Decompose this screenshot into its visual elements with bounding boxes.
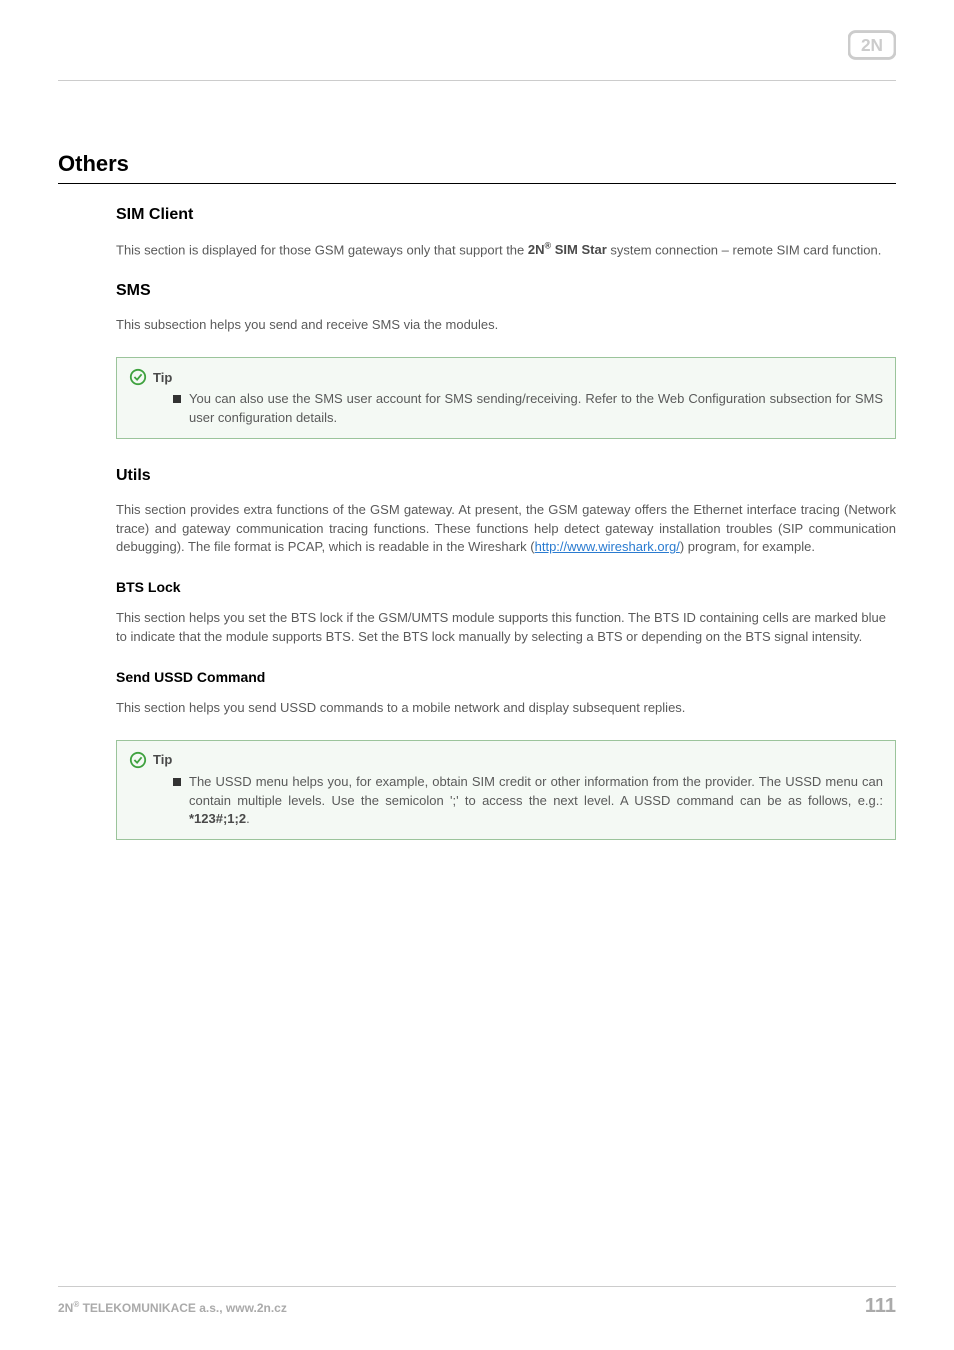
tip-box-ussd: Tip The USSD menu helps you, for example… (116, 740, 896, 841)
brand-logo-icon: 2N (848, 30, 896, 65)
heading-sim-client: SIM Client (116, 206, 896, 224)
tip-text: The USSD menu helps you, for example, ob… (189, 773, 883, 830)
brand-name: 2N (528, 242, 545, 257)
footer-company-suffix: TELEKOMUNIKACE a.s., www.2n.cz (79, 1301, 287, 1315)
tip-label: Tip (153, 752, 172, 767)
bullet-icon (173, 778, 181, 786)
heading-bts-lock: BTS Lock (116, 579, 896, 595)
tip-text: You can also use the SMS user account fo… (189, 390, 883, 428)
para-sim-client: This section is displayed for those GSM … (116, 240, 896, 260)
para-sms: This subsection helps you send and recei… (116, 316, 896, 335)
bullet-icon (173, 395, 181, 403)
text-fragment: The USSD menu helps you, for example, ob… (189, 774, 883, 808)
text-fragment: This section is displayed for those GSM … (116, 242, 528, 257)
check-circle-icon (129, 368, 147, 386)
footer-brand: 2N (58, 1301, 73, 1315)
para-ussd: This section helps you send USSD command… (116, 699, 896, 718)
code-example: *123#;1;2 (189, 811, 246, 826)
page-footer: 2N® TELEKOMUNIKACE a.s., www.2n.cz 111 (58, 1286, 896, 1318)
page-number: 111 (865, 1295, 896, 1318)
para-utils: This section provides extra functions of… (116, 501, 896, 558)
link-wireshark[interactable]: http://www.wireshark.org/ (535, 539, 680, 554)
brand-suffix: SIM Star (551, 242, 607, 257)
tip-label: Tip (153, 370, 172, 385)
main-content: Others SIM Client This section is displa… (58, 81, 896, 840)
text-fragment: ) program, for example. (680, 539, 815, 554)
svg-text:2N: 2N (861, 35, 883, 55)
text-fragment: . (246, 811, 250, 826)
tip-box-sms: Tip You can also use the SMS user accoun… (116, 357, 896, 439)
page-title: Others (58, 151, 896, 184)
page-header: 2N (58, 30, 896, 81)
footer-company: 2N® TELEKOMUNIKACE a.s., www.2n.cz (58, 1300, 287, 1315)
para-bts: This section helps you set the BTS lock … (116, 609, 896, 647)
heading-ussd: Send USSD Command (116, 669, 896, 685)
heading-utils: Utils (116, 467, 896, 485)
check-circle-icon (129, 751, 147, 769)
heading-sms: SMS (116, 282, 896, 300)
text-fragment: system connection – remote SIM card func… (607, 242, 882, 257)
